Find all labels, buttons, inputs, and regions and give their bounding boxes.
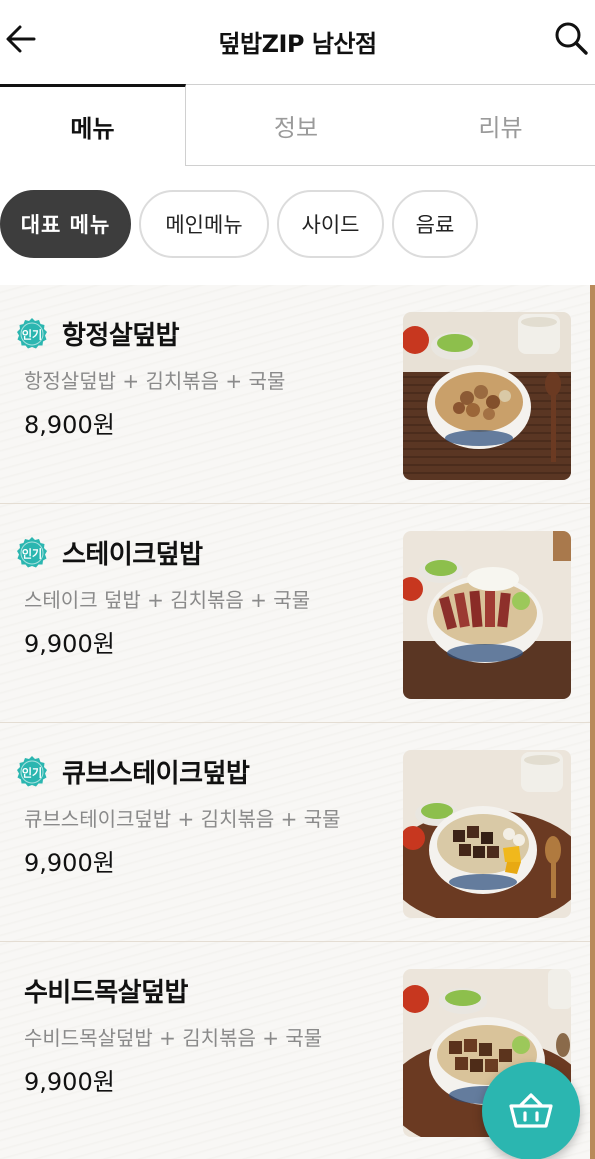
store-tabs: 메뉴 정보 리뷰 bbox=[0, 84, 595, 166]
popular-badge-icon: 인기 bbox=[17, 318, 47, 349]
popular-badge-icon: 인기 bbox=[17, 756, 47, 787]
badge-label: 인기 bbox=[22, 547, 42, 561]
chip-signature-menu[interactable]: 대표 메뉴 bbox=[0, 190, 131, 258]
menu-item[interactable]: 인기 항정살덮밥 항정살덮밥 + 김치볶음 + 국물 8,900원 bbox=[0, 285, 590, 503]
list-edge-accent bbox=[590, 285, 595, 1159]
tab-menu[interactable]: 메뉴 bbox=[0, 84, 186, 166]
menu-item-price: 8,900원 bbox=[24, 411, 115, 439]
menu-list: 인기 항정살덮밥 항정살덮밥 + 김치볶음 + 국물 8,900원 인기 스테이… bbox=[0, 285, 590, 1159]
menu-item-photo bbox=[403, 312, 571, 480]
search-button[interactable] bbox=[553, 20, 589, 56]
menu-item-name: 항정살덮밥 bbox=[62, 321, 180, 351]
menu-item-price: 9,900원 bbox=[24, 630, 115, 658]
page-title: 덮밥ZIP 남산점 bbox=[218, 30, 377, 58]
badge-label: 인기 bbox=[22, 328, 42, 342]
basket-icon bbox=[509, 1093, 553, 1128]
menu-item-description: 수비드목살덮밥 + 김치볶음 + 국물 bbox=[24, 1026, 323, 1050]
chip-main-menu[interactable]: 메인메뉴 bbox=[139, 190, 269, 258]
category-chips: 대표 메뉴 메인메뉴 사이드 음료 bbox=[0, 190, 478, 260]
app-header: 덮밥ZIP 남산점 bbox=[0, 0, 595, 84]
search-icon bbox=[555, 22, 588, 55]
menu-item-description: 항정살덮밥 + 김치볶음 + 국물 bbox=[24, 369, 286, 393]
menu-item-photo bbox=[403, 531, 571, 699]
tab-info[interactable]: 정보 bbox=[186, 84, 406, 166]
menu-item-name: 스테이크덮밥 bbox=[62, 540, 203, 570]
menu-item-name: 큐브스테이크덮밥 bbox=[62, 759, 250, 789]
menu-item-price: 9,900원 bbox=[24, 1068, 115, 1096]
tab-reviews[interactable]: 리뷰 bbox=[406, 84, 595, 166]
back-button[interactable] bbox=[4, 22, 38, 56]
menu-item[interactable]: 인기 큐브스테이크덮밥 큐브스테이크덮밥 + 김치볶음 + 국물 9,900원 bbox=[0, 723, 590, 941]
menu-item[interactable]: 인기 스테이크덮밥 스테이크 덮밥 + 김치볶음 + 국물 9,900원 bbox=[0, 504, 590, 722]
popular-badge-icon: 인기 bbox=[17, 537, 47, 568]
menu-item-description: 스테이크 덮밥 + 김치볶음 + 국물 bbox=[24, 588, 311, 612]
menu-item-name: 수비드목살덮밥 bbox=[24, 978, 188, 1008]
chip-side[interactable]: 사이드 bbox=[277, 190, 384, 258]
menu-item-description: 큐브스테이크덮밥 + 김치볶음 + 국물 bbox=[24, 807, 341, 831]
chip-drinks[interactable]: 음료 bbox=[392, 190, 478, 258]
cart-button[interactable] bbox=[482, 1062, 580, 1159]
menu-item-price: 9,900원 bbox=[24, 849, 115, 877]
menu-item-photo bbox=[403, 750, 571, 918]
badge-label: 인기 bbox=[22, 766, 42, 780]
arrow-left-icon bbox=[6, 25, 36, 53]
